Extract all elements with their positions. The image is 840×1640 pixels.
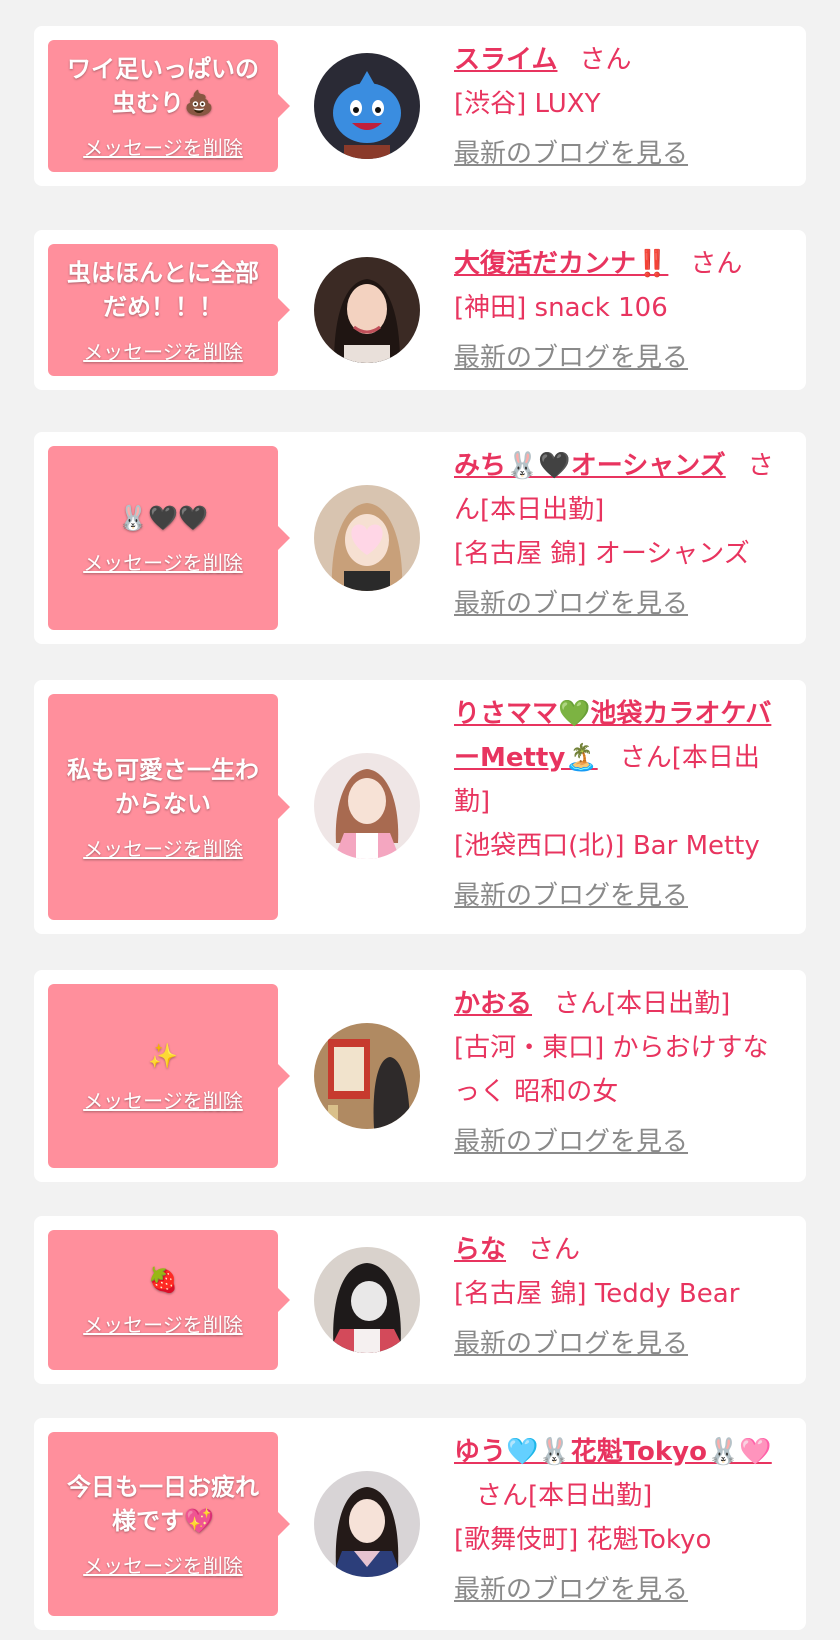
message-list: ワイ足いっぱいの虫むり💩 メッセージを削除 スライム さん [渋谷] LUXY 最… (0, 0, 840, 1640)
san-label: さん (690, 249, 743, 279)
avatar[interactable] (314, 1247, 420, 1353)
message-text: 私も可愛さ一生わからない (67, 755, 259, 818)
shop-text: [池袋西口(北)] Bar Metty (454, 831, 760, 861)
message-text: ✨ (148, 1041, 178, 1070)
message-card: 🍓 メッセージを削除 らな さん [名古屋 錦] Teddy Bear 最新のブロ… (34, 1216, 806, 1384)
message-bubble: 私も可愛さ一生わからない メッセージを削除 (48, 694, 290, 920)
message-card: 私も可愛さ一生わからない メッセージを削除 りさママ💚池袋カラオケバーMetty… (34, 680, 806, 934)
message-bubble: 🐰🖤🖤 メッセージを削除 (48, 446, 290, 630)
shop-text: [渋谷] LUXY (454, 89, 601, 119)
message-text: ワイ足いっぱいの虫むり💩 (67, 54, 259, 117)
shop-text: [古河・東口] からおけすなっく 昭和の女 (454, 1033, 769, 1107)
latest-blog-link[interactable]: 最新のブログを見る (454, 584, 688, 624)
latest-blog-link[interactable]: 最新のブログを見る (454, 134, 688, 174)
san-label: さん (619, 743, 672, 773)
latest-blog-link[interactable]: 最新のブログを見る (454, 1570, 688, 1610)
delete-message-link[interactable]: メッセージを削除 (83, 1085, 243, 1114)
latest-blog-link[interactable]: 最新のブログを見る (454, 1324, 688, 1364)
woman-avatar-icon (314, 257, 420, 363)
delete-message-link[interactable]: メッセージを削除 (83, 547, 243, 576)
avatar[interactable] (314, 753, 420, 859)
cast-info: ゆう🩵🐰花魁Tokyo🐰🩷 さん[本日出勤] [歌舞伎町] 花魁Tokyo 最新の… (454, 1430, 790, 1610)
cast-name-link[interactable]: 大復活だカンナ‼️ (454, 249, 668, 279)
avatar[interactable] (314, 257, 420, 363)
message-bubble: 今日も一日お疲れ様です💖 メッセージを削除 (48, 1432, 290, 1616)
cast-name-link[interactable]: ゆう🩵🐰花魁Tokyo🐰🩷 (454, 1437, 772, 1467)
cast-info: りさママ💚池袋カラオケバーMetty🏝️ さん[本日出勤] [池袋西口(北)] B… (454, 692, 790, 916)
shop-text: [歌舞伎町] 花魁Tokyo (454, 1525, 712, 1555)
status-text: [本日出勤] (606, 989, 731, 1019)
delete-message-link[interactable]: メッセージを削除 (83, 336, 243, 365)
message-bubble: 虫はほんとに全部だめ！！！ メッセージを削除 (48, 244, 290, 376)
blur-avatar-icon (314, 1247, 420, 1353)
cast-name-link[interactable]: らな (454, 1235, 506, 1265)
latest-blog-link[interactable]: 最新のブログを見る (454, 1122, 688, 1162)
shop-text: [名古屋 錦] Teddy Bear (454, 1279, 740, 1309)
avatar[interactable] (314, 1471, 420, 1577)
san-label: さん (579, 45, 632, 75)
delete-message-link[interactable]: メッセージを削除 (83, 1550, 243, 1579)
cast-name-link[interactable]: かおる (454, 989, 532, 1019)
message-card: 虫はほんとに全部だめ！！！ メッセージを削除 大復活だカンナ‼️ さん [神田] … (34, 230, 806, 390)
cast-info: らな さん [名古屋 錦] Teddy Bear 最新のブログを見る (454, 1228, 790, 1364)
avatar[interactable] (314, 485, 420, 591)
message-card: 🐰🖤🖤 メッセージを削除 みち🐰🖤オーシャンズ さん[本日出勤] [名古屋 錦] … (34, 432, 806, 644)
cast-info: かおる さん[本日出勤] [古河・東口] からおけすなっく 昭和の女 最新のブログ… (454, 982, 790, 1162)
san-label: さん (476, 1481, 529, 1511)
message-card: ✨ メッセージを削除 かおる さん[本日出勤] [古河・東口] からおけすなっく … (34, 970, 806, 1182)
message-card: 今日も一日お疲れ様です💖 メッセージを削除 ゆう🩵🐰花魁Tokyo🐰🩷 さん[本日… (34, 1418, 806, 1630)
avatar[interactable] (314, 1023, 420, 1129)
san-label: さん (528, 1235, 581, 1265)
shop-text: [神田] snack 106 (454, 293, 668, 323)
delete-message-link[interactable]: メッセージを削除 (83, 132, 243, 161)
woman-avatar-icon (314, 1471, 420, 1577)
cast-info: みち🐰🖤オーシャンズ さん[本日出勤] [名古屋 錦] オーシャンズ 最新のブログ… (454, 444, 790, 624)
message-card: ワイ足いっぱいの虫むり💩 メッセージを削除 スライム さん [渋谷] LUXY 最… (34, 26, 806, 186)
message-text: 虫はほんとに全部だめ！！！ (67, 258, 259, 321)
message-text: 今日も一日お疲れ様です💖 (67, 1472, 259, 1535)
delete-message-link[interactable]: メッセージを削除 (83, 1309, 243, 1338)
cast-info: スライム さん [渋谷] LUXY 最新のブログを見る (454, 38, 790, 174)
latest-blog-link[interactable]: 最新のブログを見る (454, 876, 688, 916)
woman-avatar-icon (314, 753, 420, 859)
san-label: さん (554, 989, 607, 1019)
cast-name-link[interactable]: みち🐰🖤オーシャンズ (454, 451, 726, 481)
latest-blog-link[interactable]: 最新のブログを見る (454, 338, 688, 378)
cast-info: 大復活だカンナ‼️ さん [神田] snack 106 最新のブログを見る (454, 242, 790, 378)
slime-avatar-icon (314, 53, 420, 159)
shop-text: [名古屋 錦] オーシャンズ (454, 539, 750, 569)
message-bubble: 🍓 メッセージを削除 (48, 1230, 290, 1370)
poster-avatar-icon (314, 1023, 420, 1129)
message-text: 🐰🖤🖤 (118, 503, 208, 532)
message-bubble: ワイ足いっぱいの虫むり💩 メッセージを削除 (48, 40, 290, 172)
avatar[interactable] (314, 53, 420, 159)
status-text: [本日出勤] (480, 495, 605, 525)
status-text: [本日出勤] (528, 1481, 653, 1511)
heart-blur-avatar-icon (314, 485, 420, 591)
delete-message-link[interactable]: メッセージを削除 (83, 833, 243, 862)
message-text: 🍓 (148, 1265, 178, 1294)
cast-name-link[interactable]: スライム (454, 45, 557, 75)
message-bubble: ✨ メッセージを削除 (48, 984, 290, 1168)
